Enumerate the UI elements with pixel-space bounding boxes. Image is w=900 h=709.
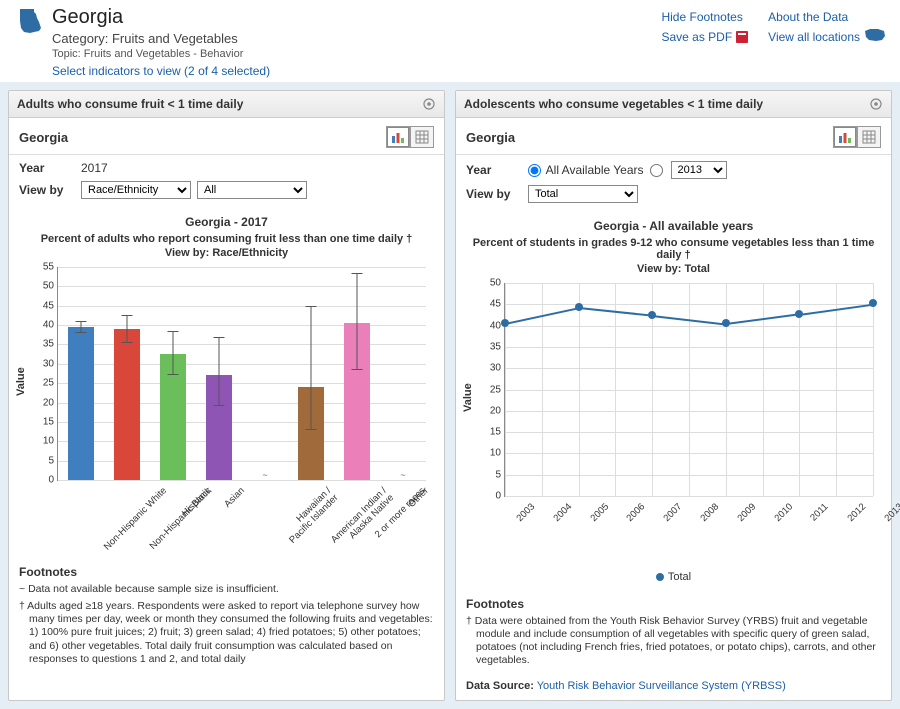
pdf-icon	[736, 31, 748, 43]
year-select[interactable]: 2013	[671, 161, 727, 179]
viewby-select-1[interactable]: Race/Ethnicity	[81, 181, 191, 199]
hide-footnotes-link[interactable]: Hide Footnotes	[661, 10, 748, 24]
chart-title-left: Georgia - 2017	[19, 215, 434, 229]
view-toggle-left	[386, 126, 434, 148]
viewby-label-right: View by	[466, 187, 522, 201]
chart-sub2-right: View by: Total	[466, 263, 881, 275]
topic-label: Topic: Fruits and Vegetables - Behavior	[52, 48, 270, 60]
y-axis-label-right: Value	[462, 383, 474, 412]
location-left: Georgia	[19, 130, 68, 145]
chart-sub1-left: Percent of adults who report consuming f…	[19, 233, 434, 245]
year-value-left: 2017	[81, 161, 108, 175]
select-indicators-link[interactable]: Select indicators to view (2 of 4 select…	[52, 64, 270, 78]
footnote-2-left: † Adults aged ≥18 years. Respondents wer…	[19, 600, 434, 666]
view-toggle-right	[833, 126, 881, 148]
plot-area-left: 0510152025303540455055Non-Hispanic White…	[57, 267, 426, 481]
header-info: Georgia Category: Fruits and Vegetables …	[52, 6, 270, 78]
legend-label: Total	[668, 571, 691, 583]
chart-wrap-right: Georgia - All available years Percent of…	[456, 215, 891, 591]
year-label-left: Year	[19, 161, 75, 175]
save-pdf-link[interactable]: Save as PDF	[661, 28, 748, 45]
bar-chart: Value 0510152025303540455055Non-Hispanic…	[19, 261, 434, 551]
usa-map-icon	[864, 28, 886, 45]
chart-view-button[interactable]	[833, 126, 857, 148]
panels-container: Adults who consume fruit < 1 time daily …	[0, 82, 900, 709]
panel-title-left: Adults who consume fruit < 1 time daily	[17, 97, 243, 111]
chart-sub2-left: View by: Race/Ethnicity	[19, 247, 434, 259]
panel-sub-right: Georgia	[456, 118, 891, 155]
bar-1[interactable]	[114, 329, 140, 480]
chart-sub1-right: Percent of students in grades 9-12 who c…	[466, 237, 881, 261]
table-view-button[interactable]	[857, 126, 881, 148]
line-chart: Value 0510152025303540455020032004200520…	[466, 277, 881, 567]
viewby-label-left: View by	[19, 183, 75, 197]
footnotes-left: Footnotes ~ Data not available because s…	[9, 559, 444, 676]
panel-title-right: Adolescents who consume vegetables < 1 t…	[464, 97, 763, 111]
gear-icon[interactable]	[869, 97, 883, 111]
year-radio-single[interactable]	[650, 163, 665, 177]
view-all-locations-link[interactable]: View all locations	[768, 28, 886, 45]
legend-dot-icon	[656, 573, 664, 581]
chart-view-button[interactable]	[386, 126, 410, 148]
year-label-right: Year	[466, 163, 522, 177]
panel-adolescents-veg: Adolescents who consume vegetables < 1 t…	[455, 90, 892, 701]
data-source-right: Data Source: Youth Risk Behavior Surveil…	[456, 678, 891, 700]
panel-header-right: Adolescents who consume vegetables < 1 t…	[456, 91, 891, 118]
panel-adults-fruit: Adults who consume fruit < 1 time daily …	[8, 90, 445, 701]
category-label: Category: Fruits and Vegetables	[52, 31, 270, 46]
footnote-1-right: † Data were obtained from the Youth Risk…	[466, 615, 881, 668]
header-links: Hide Footnotes About the Data Save as PD…	[661, 6, 886, 78]
bar-0[interactable]	[68, 327, 94, 480]
viewby-select-right[interactable]: Total	[528, 185, 638, 203]
panel-header-left: Adults who consume fruit < 1 time daily	[9, 91, 444, 118]
legend-right: Total	[466, 571, 881, 583]
data-source-link[interactable]: Youth Risk Behavior Surveillance System …	[537, 680, 786, 692]
panel-sub-left: Georgia	[9, 118, 444, 155]
page-title: Georgia	[52, 6, 270, 29]
save-pdf-label: Save as PDF	[661, 30, 732, 44]
chart-wrap-left: Georgia - 2017 Percent of adults who rep…	[9, 211, 444, 559]
data-point-2013[interactable]	[869, 299, 877, 307]
y-axis-label-left: Value	[15, 367, 27, 396]
location-right: Georgia	[466, 130, 515, 145]
georgia-state-icon	[14, 6, 44, 39]
gear-icon[interactable]	[422, 97, 436, 111]
data-source-label: Data Source:	[466, 680, 534, 692]
viewby-select-2[interactable]: All	[197, 181, 307, 199]
footnotes-right: Footnotes † Data were obtained from the …	[456, 591, 891, 678]
about-data-link[interactable]: About the Data	[768, 10, 886, 24]
page-header: Georgia Category: Fruits and Vegetables …	[0, 0, 900, 82]
plot-area-right: 0510152025303540455020032004200520062007…	[504, 283, 873, 497]
view-all-label: View all locations	[768, 30, 860, 44]
chart-title-right: Georgia - All available years	[466, 219, 881, 233]
controls-right: Year All Available Years 2013 View by To…	[456, 155, 891, 215]
footnote-1-left: ~ Data not available because sample size…	[19, 583, 434, 596]
controls-left: Year 2017 View by Race/Ethnicity All	[9, 155, 444, 211]
year-radio-all[interactable]: All Available Years	[528, 163, 644, 177]
table-view-button[interactable]	[410, 126, 434, 148]
footnotes-heading-right: Footnotes	[466, 597, 881, 611]
footnotes-heading-left: Footnotes	[19, 565, 434, 579]
header-left: Georgia Category: Fruits and Vegetables …	[14, 6, 661, 78]
